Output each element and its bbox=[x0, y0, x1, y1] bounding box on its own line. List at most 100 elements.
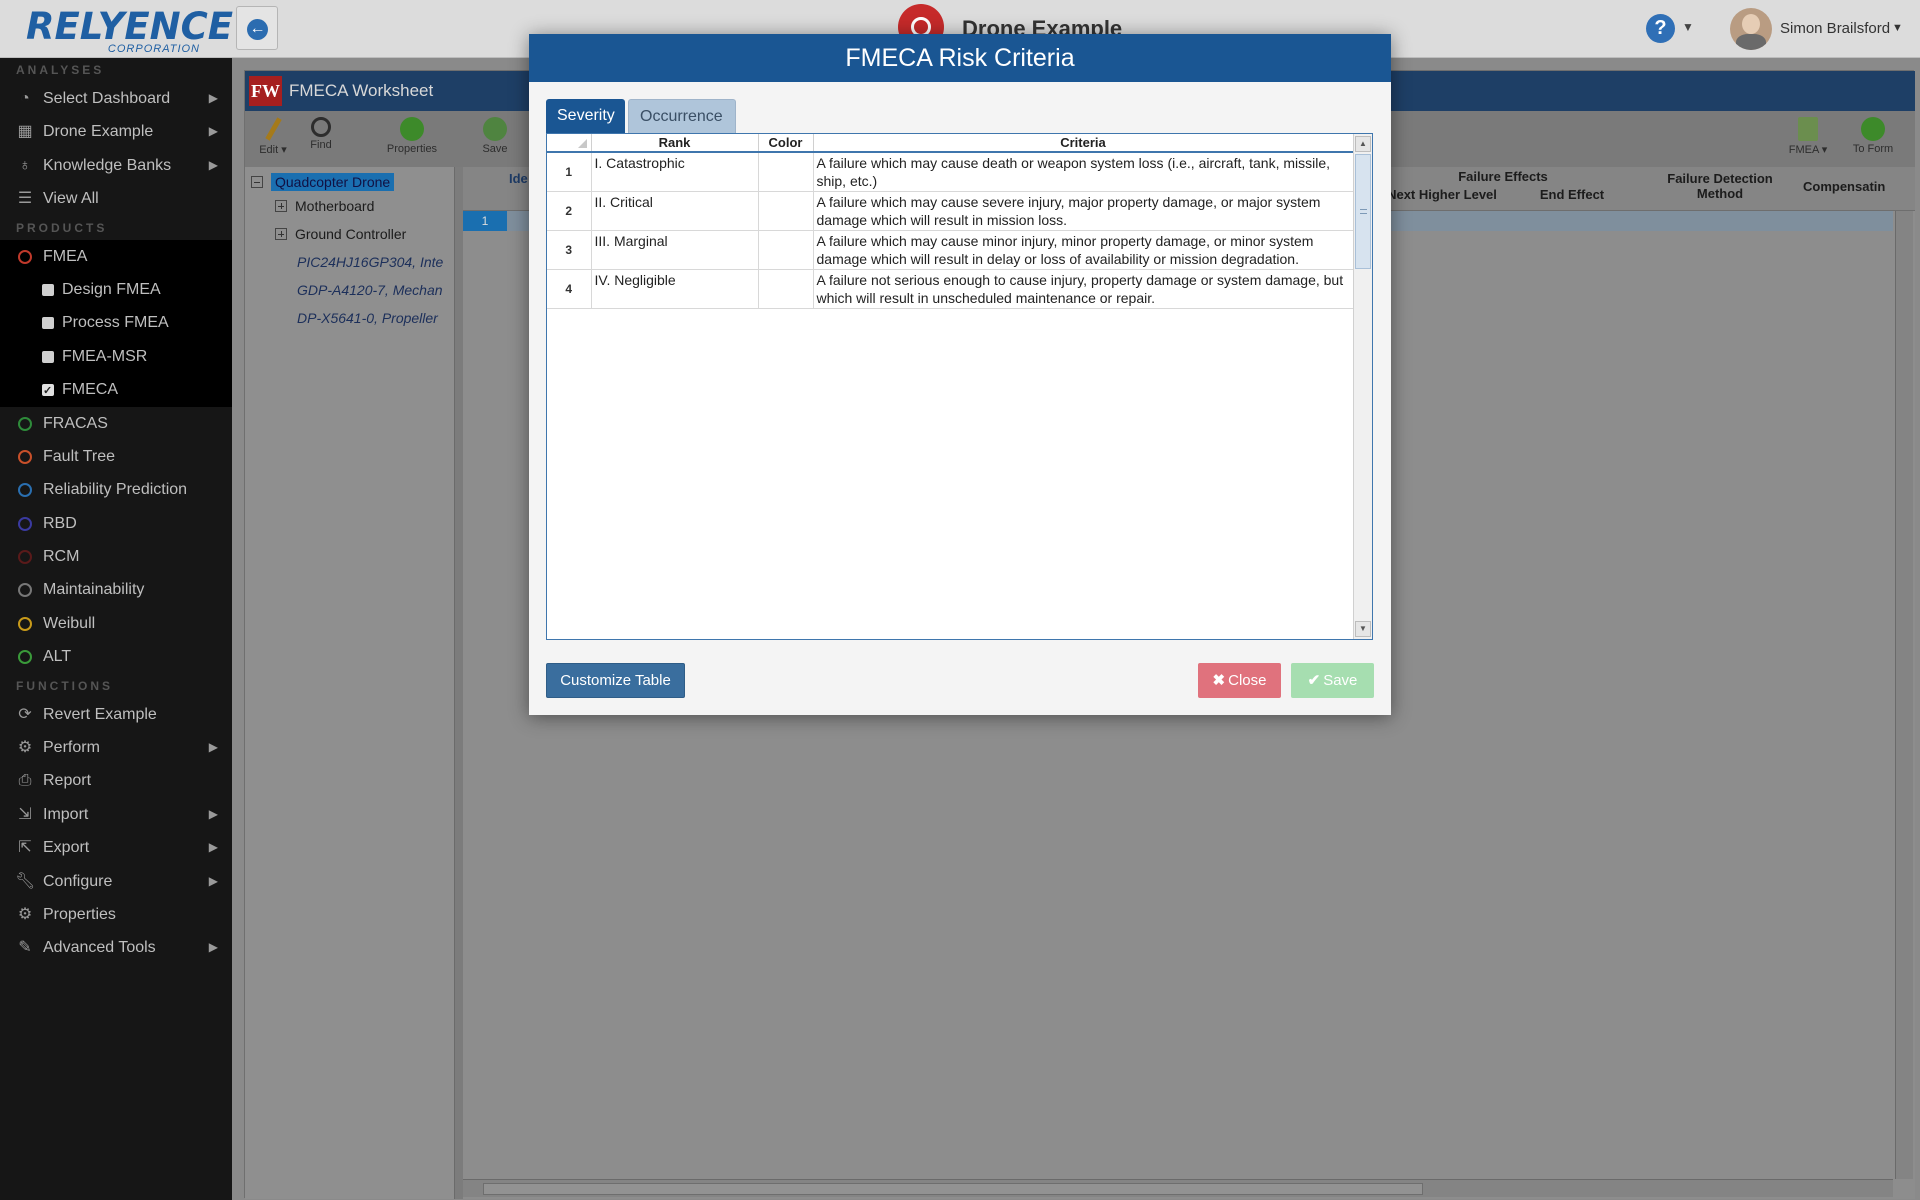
sidebar-item-rcm[interactable]: RCM bbox=[0, 540, 232, 573]
tree-node-label: Motherboard bbox=[295, 198, 375, 214]
tree-node-root[interactable]: Quadcopter Drone bbox=[251, 171, 395, 193]
sidebar-item-process-fmea[interactable]: Process FMEA bbox=[0, 306, 232, 340]
sidebar-item-report[interactable]: ⎙ Report bbox=[0, 764, 232, 797]
column-header-criteria[interactable]: Criteria bbox=[813, 134, 1354, 153]
pane-splitter[interactable] bbox=[455, 167, 463, 1199]
sidebar-item-properties[interactable]: ⚙ Properties bbox=[0, 898, 232, 931]
sidebar-item-maintainability[interactable]: Maintainability bbox=[0, 573, 232, 606]
column-header-id[interactable]: Ide bbox=[509, 171, 529, 186]
plus-box-icon[interactable] bbox=[275, 228, 287, 240]
sidebar-item-knowledge-banks[interactable]: ♁ Knowledge Banks ▶ bbox=[0, 149, 232, 182]
sidebar-item-select-dashboard[interactable]: ◔ Select Dashboard ▶ bbox=[0, 82, 232, 115]
checkbox-icon[interactable] bbox=[42, 283, 54, 296]
column-header-failure-detection-method[interactable]: Failure Detection Method bbox=[1645, 171, 1795, 201]
column-header-next-higher-level[interactable]: Next Higher Level bbox=[1383, 187, 1501, 202]
checkbox-icon[interactable] bbox=[42, 350, 54, 363]
column-header-failure-effects[interactable]: Failure Effects bbox=[1383, 169, 1623, 184]
color-cell[interactable] bbox=[758, 269, 814, 309]
avatar[interactable] bbox=[1730, 8, 1772, 50]
color-cell[interactable] bbox=[758, 191, 814, 231]
properties-button[interactable]: Properties bbox=[381, 117, 443, 155]
criteria-cell[interactable]: A failure which may cause death or weapo… bbox=[813, 152, 1354, 192]
criteria-cell[interactable]: A failure not serious enough to cause in… bbox=[813, 269, 1354, 309]
color-cell[interactable] bbox=[758, 152, 814, 192]
sidebar-item-weibull[interactable]: Weibull bbox=[0, 607, 232, 640]
sidebar-item-reliability-prediction[interactable]: Reliability Prediction bbox=[0, 473, 232, 506]
help-button[interactable]: ? ▼ bbox=[1646, 14, 1696, 44]
checkbox-checked-icon[interactable] bbox=[42, 375, 54, 408]
tab-occurrence[interactable]: Occurrence bbox=[628, 99, 736, 133]
tree-node-leaf[interactable]: PIC24HJ16GP304, Inte bbox=[297, 251, 443, 273]
customize-table-button[interactable]: Customize Table bbox=[546, 663, 685, 698]
row-number[interactable]: 2 bbox=[547, 191, 592, 231]
table-row[interactable]: 3 III. Marginal A failure which may caus… bbox=[547, 230, 1354, 270]
minus-box-icon[interactable] bbox=[251, 176, 263, 188]
row-number[interactable]: 4 bbox=[547, 269, 592, 309]
edit-label: Edit bbox=[259, 144, 279, 156]
table-vertical-scrollbar[interactable]: ▲ ▼ bbox=[1353, 134, 1372, 639]
select-all-corner[interactable] bbox=[547, 134, 592, 153]
tree-node-ground-controller[interactable]: Ground Controller bbox=[275, 223, 406, 245]
criteria-cell[interactable]: A failure which may cause severe injury,… bbox=[813, 191, 1354, 231]
sidebar-item-fmea-msr[interactable]: FMEA-MSR bbox=[0, 339, 232, 374]
sidebar-item-drone-example[interactable]: ▦ Drone Example ▶ bbox=[0, 115, 232, 148]
grid-vertical-scrollbar[interactable] bbox=[1895, 211, 1913, 1179]
sidebar-item-perform[interactable]: ⚙ Perform ▶ bbox=[0, 731, 232, 764]
tree-node-leaf[interactable]: GDP-A4120-7, Mechan bbox=[297, 279, 443, 301]
user-name[interactable]: Simon Brailsford bbox=[1780, 20, 1890, 37]
rank-cell[interactable]: I. Catastrophic bbox=[591, 152, 759, 192]
table-row[interactable]: 1 I. Catastrophic A failure which may ca… bbox=[547, 152, 1354, 192]
table-row[interactable]: 4 IV. Negligible A failure not serious e… bbox=[547, 269, 1354, 309]
sidebar-item-view-all[interactable]: ☰ View All bbox=[0, 182, 232, 215]
sidebar-item-export[interactable]: ⇱ Export ▶ bbox=[0, 831, 232, 864]
column-header-compensating[interactable]: Compensatin bbox=[1803, 179, 1895, 194]
properties-label: Properties bbox=[386, 143, 438, 155]
sidebar-item-import[interactable]: ⇲ Import ▶ bbox=[0, 798, 232, 831]
chevron-down-icon[interactable]: ▼ bbox=[1892, 22, 1903, 34]
fmea-toolbar-button[interactable]: FMEA ▾ bbox=[1783, 117, 1833, 156]
relyence-logo[interactable]: RELYENCE CORPORATION bbox=[26, 8, 233, 56]
criteria-table-container: Rank Color Criteria 1 I. Catastrophic A … bbox=[546, 133, 1373, 640]
sidebar-item-fmeca[interactable]: FMECA bbox=[0, 373, 232, 408]
scroll-up-icon[interactable]: ▲ bbox=[1355, 136, 1371, 152]
sidebar-item-configure[interactable]: 🔧︎ Configure ▶ bbox=[0, 865, 232, 898]
column-header-rank[interactable]: Rank bbox=[591, 134, 759, 153]
tab-severity[interactable]: Severity bbox=[546, 99, 625, 133]
row-number[interactable]: 3 bbox=[547, 230, 592, 270]
back-button[interactable]: ← bbox=[236, 6, 278, 50]
tree-node-leaf[interactable]: DP-X5641-0, Propeller bbox=[297, 307, 438, 329]
table-row[interactable]: 2 II. Critical A failure which may cause… bbox=[547, 191, 1354, 231]
checkbox-icon[interactable] bbox=[42, 317, 54, 330]
column-header-color[interactable]: Color bbox=[758, 134, 814, 153]
sidebar-item-rbd[interactable]: RBD bbox=[0, 507, 232, 540]
edit-button[interactable]: Edit ▾ bbox=[253, 117, 293, 156]
sidebar-heading-products: PRODUCTS bbox=[16, 220, 108, 235]
grid-horizontal-scrollbar[interactable] bbox=[463, 1179, 1893, 1197]
tree-node-motherboard[interactable]: Motherboard bbox=[275, 195, 374, 217]
sidebar-item-alt[interactable]: ALT bbox=[0, 640, 232, 673]
rank-cell[interactable]: IV. Negligible bbox=[591, 269, 759, 309]
scrollbar-thumb[interactable] bbox=[1355, 154, 1371, 269]
scrollbar-thumb[interactable] bbox=[483, 1183, 1423, 1195]
save-toolbar-button[interactable]: Save bbox=[477, 117, 513, 155]
sidebar-item-fmea[interactable]: FMEA bbox=[0, 239, 232, 273]
reliability-prediction-ring-icon bbox=[18, 483, 32, 498]
caret-right-icon: ▶ bbox=[208, 740, 218, 755]
close-button[interactable]: ✖ Close bbox=[1198, 663, 1281, 698]
scroll-down-icon[interactable]: ▼ bbox=[1355, 621, 1371, 637]
sidebar-item-advanced-tools[interactable]: ✎ Advanced Tools ▶ bbox=[0, 931, 232, 964]
sidebar-item-fracas[interactable]: FRACAS bbox=[0, 407, 232, 440]
rank-cell[interactable]: II. Critical bbox=[591, 191, 759, 231]
find-button[interactable]: Find bbox=[303, 117, 339, 151]
row-number[interactable]: 1 bbox=[547, 152, 592, 192]
column-header-end-effect[interactable]: End Effect bbox=[1507, 187, 1637, 202]
plus-box-icon[interactable] bbox=[275, 200, 287, 212]
sidebar-item-fault-tree[interactable]: Fault Tree bbox=[0, 440, 232, 473]
save-button[interactable]: ✔ Save bbox=[1291, 663, 1374, 698]
to-form-button[interactable]: To Form bbox=[1848, 117, 1898, 155]
rank-cell[interactable]: III. Marginal bbox=[591, 230, 759, 270]
color-cell[interactable] bbox=[758, 230, 814, 270]
criteria-cell[interactable]: A failure which may cause minor injury, … bbox=[813, 230, 1354, 270]
sidebar-item-design-fmea[interactable]: Design FMEA bbox=[0, 272, 232, 307]
sidebar-item-revert-example[interactable]: ⟳ Revert Example bbox=[0, 698, 232, 731]
